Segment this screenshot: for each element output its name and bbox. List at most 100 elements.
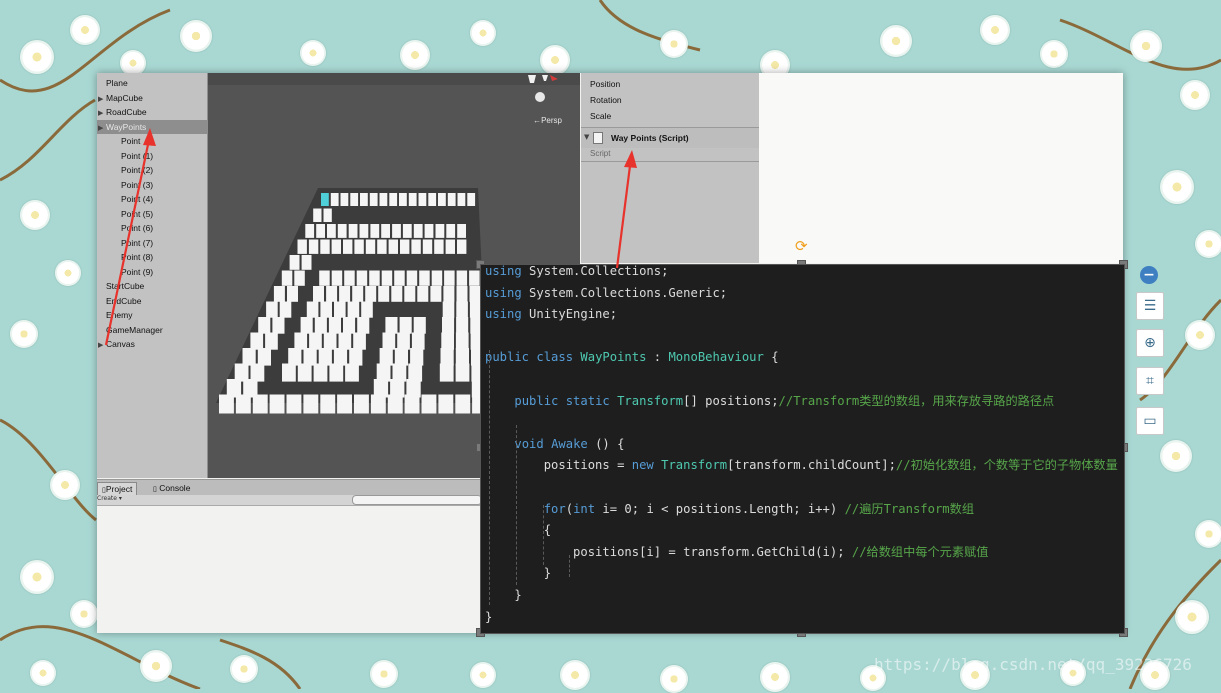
code-token: } [485,588,522,602]
code-token: [] positions; [683,393,779,408]
hierarchy-item[interactable]: Point (5) [97,207,207,221]
expand-triangle-icon[interactable]: ▶ [98,339,106,353]
map-cube [447,193,456,206]
hierarchy-item[interactable]: Point (9) [97,265,207,279]
code-line: positions[i] = transform.GetChild(i); //… [485,543,988,561]
code-token: public class [485,350,574,365]
hierarchy-item-label: GameManager [106,324,163,335]
map-cube [387,394,403,414]
blossom-flower [140,650,172,682]
map-cube [313,208,322,222]
code-line: positions = new Transform[transform.chil… [485,456,1118,474]
hierarchy-item[interactable]: Point [97,134,207,148]
blossom-flower [180,20,212,52]
hierarchy-item[interactable]: Point (4) [97,192,207,206]
map-cube [343,239,353,254]
map-cube [242,348,256,366]
crop-button[interactable]: ⌗ [1136,367,1164,395]
inspector-panel: Position Rotation Scale ▼ Way Points (Sc… [581,73,759,263]
tab-project[interactable]: ▯Project [97,482,138,495]
code-token: using [485,307,522,322]
map-cube [331,270,343,286]
map-cube [313,286,324,302]
scale-label: Scale [590,111,612,121]
map-cube [369,193,378,206]
hierarchy-item[interactable]: Point (2) [97,163,207,177]
hierarchy-item-label: Point (9) [121,266,154,277]
hierarchy-item[interactable]: Point (3) [97,178,207,192]
indent-guide [569,555,570,577]
component-header[interactable]: ▼ Way Points (Script) [581,127,759,148]
rotate-icon[interactable]: ⟳ [795,239,808,254]
blossom-flower [55,260,81,286]
collapse-button[interactable]: − [1140,266,1158,284]
hierarchy-item[interactable]: Enemy [97,308,207,322]
code-line: } [485,608,492,626]
tab-console[interactable]: ▯ Console [149,482,194,494]
hierarchy-item[interactable]: ▶ WayPoints [97,119,207,134]
hierarchy-item-label: Point (7) [121,237,154,248]
map-cube [422,239,433,254]
hierarchy-item[interactable]: ▶ MapCube [97,91,207,105]
map-cube [326,286,338,302]
tab-project-label: Project [105,484,133,494]
blossom-flower [1195,230,1221,258]
code-line: } [485,564,551,582]
map-cube [340,193,349,206]
map-cube [297,363,312,382]
hierarchy-item[interactable]: Point (7) [97,236,207,250]
map-cube [456,286,468,302]
code-token: { [485,523,552,538]
map-cube [442,317,455,334]
hierarchy-item[interactable]: Point (6) [97,221,207,235]
project-tab-bar: ▯Project ▯ Console [97,479,480,496]
map-cube [320,394,336,414]
map-cube [370,224,380,238]
hierarchy-item[interactable]: GameManager [97,323,207,337]
blossom-flower [50,470,80,500]
map-cube [438,394,454,414]
map-cube [469,286,481,302]
map-cube [379,348,393,366]
persp-label[interactable]: ←Persp [533,116,562,125]
hierarchy-item[interactable]: ▶ RoadCube [97,105,207,119]
code-token: new [631,458,654,473]
map-cube [354,239,364,254]
map-cube [457,193,466,206]
minus-circle-icon: − [1143,267,1155,283]
create-dropdown[interactable]: Create ▾ [97,495,122,502]
hierarchy-panel: Plane ▶ MapCube ▶ RoadCube ▶ WayPoints Point Poi… [97,73,208,478]
map-cube [402,224,412,238]
map-cube [252,394,268,414]
map-cube [379,193,388,206]
map-cube [381,224,390,238]
search-field[interactable] [352,495,482,505]
zoom-in-button[interactable]: ⊕ [1136,329,1164,357]
map-cube [282,363,296,382]
hierarchy-item[interactable]: StartCube [97,279,207,293]
map-cube [404,286,416,302]
hierarchy-item[interactable]: Point (1) [97,149,207,163]
collapse-triangle-icon[interactable]: ▼ [584,133,589,141]
hierarchy-item-label: Point (6) [121,223,154,233]
map-cube [273,286,285,302]
code-token: for [543,501,566,516]
hierarchy-item[interactable]: Point (8) [97,250,207,264]
layers-button[interactable]: ☰ [1136,292,1164,320]
map-cube [344,270,355,286]
map-cube [419,270,430,286]
code-token: Transform [617,393,684,408]
hierarchy-item[interactable]: Plane [97,76,207,90]
screen-button[interactable]: ▭ [1136,407,1164,435]
blossom-flower [1160,170,1194,204]
blossom-flower [1160,440,1192,472]
code-line: public class WayPoints : MonoBehaviour { [485,348,779,366]
code-token: Awake [551,436,588,451]
scene-gizmo[interactable] [522,73,562,107]
map-cube [389,193,398,206]
hierarchy-item[interactable]: ▶ Canvas [97,337,207,351]
code-token: //初始化数组，个数等于它的子物体数量 [895,458,1118,473]
map-cube [361,301,373,318]
code-line: void Awake () { [485,435,624,453]
hierarchy-item[interactable]: EndCube [97,294,207,308]
